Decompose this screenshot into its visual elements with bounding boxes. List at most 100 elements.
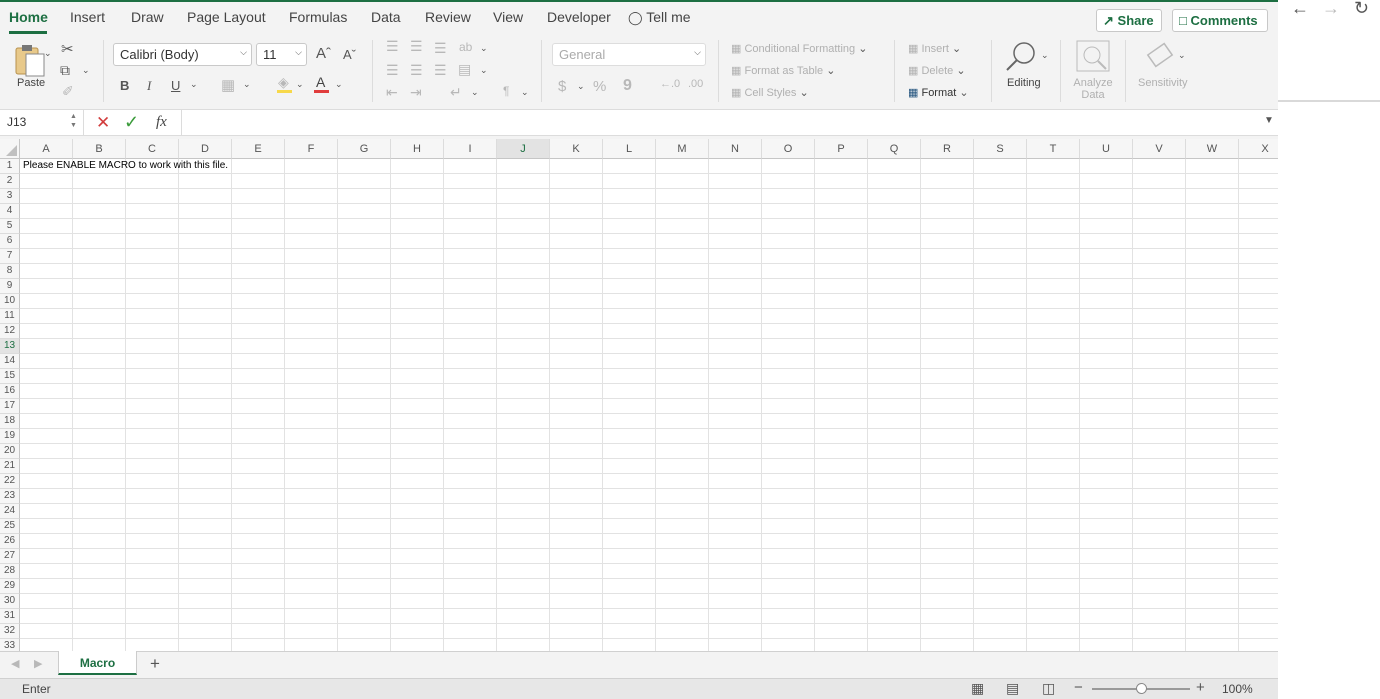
zoom-out-button[interactable]: − — [1074, 679, 1083, 696]
italic-button[interactable]: I — [147, 78, 151, 94]
increase-indent-icon[interactable]: ⇥ — [410, 84, 422, 101]
merge-dropdown-icon[interactable]: ⌄ — [480, 65, 488, 76]
column-header-n[interactable]: N — [709, 139, 762, 159]
paste-button[interactable] — [13, 42, 45, 77]
select-all-corner[interactable] — [0, 139, 20, 159]
back-arrow-icon[interactable]: ← — [1291, 0, 1309, 19]
borders-dropdown-icon[interactable]: ⌄ — [243, 79, 251, 90]
row-header-25[interactable]: 25 — [0, 519, 20, 534]
row-header-21[interactable]: 21 — [0, 459, 20, 474]
column-header-b[interactable]: B — [73, 139, 126, 159]
column-header-q[interactable]: Q — [868, 139, 921, 159]
wrap-text-icon[interactable]: ↵ — [450, 84, 462, 101]
forward-arrow-icon[interactable]: → — [1322, 0, 1340, 19]
tab-review[interactable]: Review — [425, 9, 471, 25]
row-header-14[interactable]: 14 — [0, 354, 20, 369]
column-header-g[interactable]: G — [338, 139, 391, 159]
normal-view-icon[interactable]: ▦ — [971, 680, 984, 697]
align-center-icon[interactable]: ☰ — [410, 62, 423, 79]
copy-dropdown-icon[interactable]: ⌄ — [82, 65, 90, 76]
column-header-d[interactable]: D — [179, 139, 232, 159]
row-header-27[interactable]: 27 — [0, 549, 20, 564]
row-header-19[interactable]: 19 — [0, 429, 20, 444]
font-color-dropdown-icon[interactable]: ⌄ — [335, 79, 343, 90]
fill-color-dropdown-icon[interactable]: ⌄ — [296, 79, 304, 90]
editing-button[interactable]: ⌄ Editing — [1004, 40, 1050, 96]
page-break-view-icon[interactable]: ◫ — [1042, 680, 1055, 697]
tab-view[interactable]: View — [493, 9, 523, 25]
row-header-9[interactable]: 9 — [0, 279, 20, 294]
row-header-32[interactable]: 32 — [0, 624, 20, 639]
column-header-r[interactable]: R — [921, 139, 974, 159]
row-header-3[interactable]: 3 — [0, 189, 20, 204]
scroll-left-icon[interactable]: ◀ — [11, 657, 19, 670]
row-header-31[interactable]: 31 — [0, 609, 20, 624]
row-header-11[interactable]: 11 — [0, 309, 20, 324]
text-direction-icon[interactable]: ¶ — [503, 84, 509, 98]
column-header-l[interactable]: L — [603, 139, 656, 159]
tab-home[interactable]: Home — [9, 9, 48, 25]
tab-formulas[interactable]: Formulas — [289, 9, 347, 25]
reload-icon[interactable]: ↻ — [1354, 0, 1369, 19]
column-header-a[interactable]: A — [20, 139, 73, 159]
formula-input[interactable] — [181, 110, 1261, 136]
merge-center-icon[interactable]: ▤ — [458, 61, 471, 78]
decrease-decimal-icon[interactable]: .00 — [688, 78, 703, 90]
increase-font-icon[interactable]: Aˆ — [316, 45, 331, 62]
underline-dropdown-icon[interactable]: ⌄ — [190, 79, 198, 90]
row-header-26[interactable]: 26 — [0, 534, 20, 549]
insert-function-button[interactable]: fx — [156, 114, 167, 131]
cell-a1[interactable]: Please ENABLE MACRO to work with this fi… — [23, 160, 228, 171]
wrap-text-dropdown-icon[interactable]: ⌄ — [471, 87, 479, 98]
tab-page-layout[interactable]: Page Layout — [187, 9, 266, 25]
comments-button[interactable]: □ Comments — [1172, 9, 1268, 32]
row-header-6[interactable]: 6 — [0, 234, 20, 249]
name-box-stepper-icon[interactable]: ▲ ▼ — [70, 112, 77, 130]
row-header-4[interactable]: 4 — [0, 204, 20, 219]
column-header-p[interactable]: P — [815, 139, 868, 159]
column-header-u[interactable]: U — [1080, 139, 1133, 159]
scroll-right-icon[interactable]: ▶ — [34, 657, 42, 670]
name-box[interactable]: J13 ▲ ▼ — [0, 110, 84, 136]
page-layout-view-icon[interactable]: ▤ — [1006, 680, 1019, 697]
column-header-o[interactable]: O — [762, 139, 815, 159]
align-bottom-icon[interactable]: ☰ — [434, 40, 447, 57]
zoom-slider[interactable] — [1092, 683, 1190, 694]
row-header-18[interactable]: 18 — [0, 414, 20, 429]
row-header-8[interactable]: 8 — [0, 264, 20, 279]
comma-style-button[interactable]: 9 — [623, 77, 632, 95]
zoom-in-button[interactable]: + — [1196, 679, 1205, 696]
format-as-table-button[interactable]: ▦ Format as Table ⌄ — [731, 64, 835, 77]
currency-dropdown-icon[interactable]: ⌄ — [577, 81, 585, 92]
analyze-data-button[interactable]: Analyze Data — [1070, 40, 1116, 102]
font-name-dropdown[interactable]: Calibri (Body) ⌵ — [113, 43, 252, 66]
row-header-15[interactable]: 15 — [0, 369, 20, 384]
zoom-slider-thumb[interactable] — [1136, 683, 1147, 694]
row-header-24[interactable]: 24 — [0, 504, 20, 519]
row-header-5[interactable]: 5 — [0, 219, 20, 234]
cancel-entry-icon[interactable]: ✕ — [96, 113, 110, 133]
row-header-1[interactable]: 1 — [0, 159, 20, 174]
font-size-dropdown[interactable]: 11 ⌵ — [256, 43, 307, 66]
confirm-entry-icon[interactable]: ✓ — [124, 112, 139, 133]
font-color-button[interactable]: A — [313, 74, 331, 94]
row-header-13[interactable]: 13 — [0, 339, 20, 354]
increase-decimal-icon[interactable]: ←.0 — [660, 78, 680, 90]
align-middle-icon[interactable]: ☰ — [410, 38, 423, 55]
column-header-i[interactable]: I — [444, 139, 497, 159]
decrease-font-icon[interactable]: Aˇ — [343, 47, 356, 62]
copy-icon[interactable]: ⧉ — [60, 62, 70, 79]
row-header-17[interactable]: 17 — [0, 399, 20, 414]
add-sheet-button[interactable]: + — [150, 654, 160, 674]
column-header-k[interactable]: K — [550, 139, 603, 159]
orientation-icon[interactable]: ab — [459, 40, 472, 54]
fill-color-button[interactable]: ◈ — [276, 74, 294, 94]
column-header-f[interactable]: F — [285, 139, 338, 159]
row-header-22[interactable]: 22 — [0, 474, 20, 489]
align-right-icon[interactable]: ☰ — [434, 62, 447, 79]
row-header-29[interactable]: 29 — [0, 579, 20, 594]
row-header-7[interactable]: 7 — [0, 249, 20, 264]
orientation-dropdown-icon[interactable]: ⌄ — [480, 43, 488, 54]
borders-icon[interactable]: ▦ — [221, 76, 235, 94]
row-header-23[interactable]: 23 — [0, 489, 20, 504]
